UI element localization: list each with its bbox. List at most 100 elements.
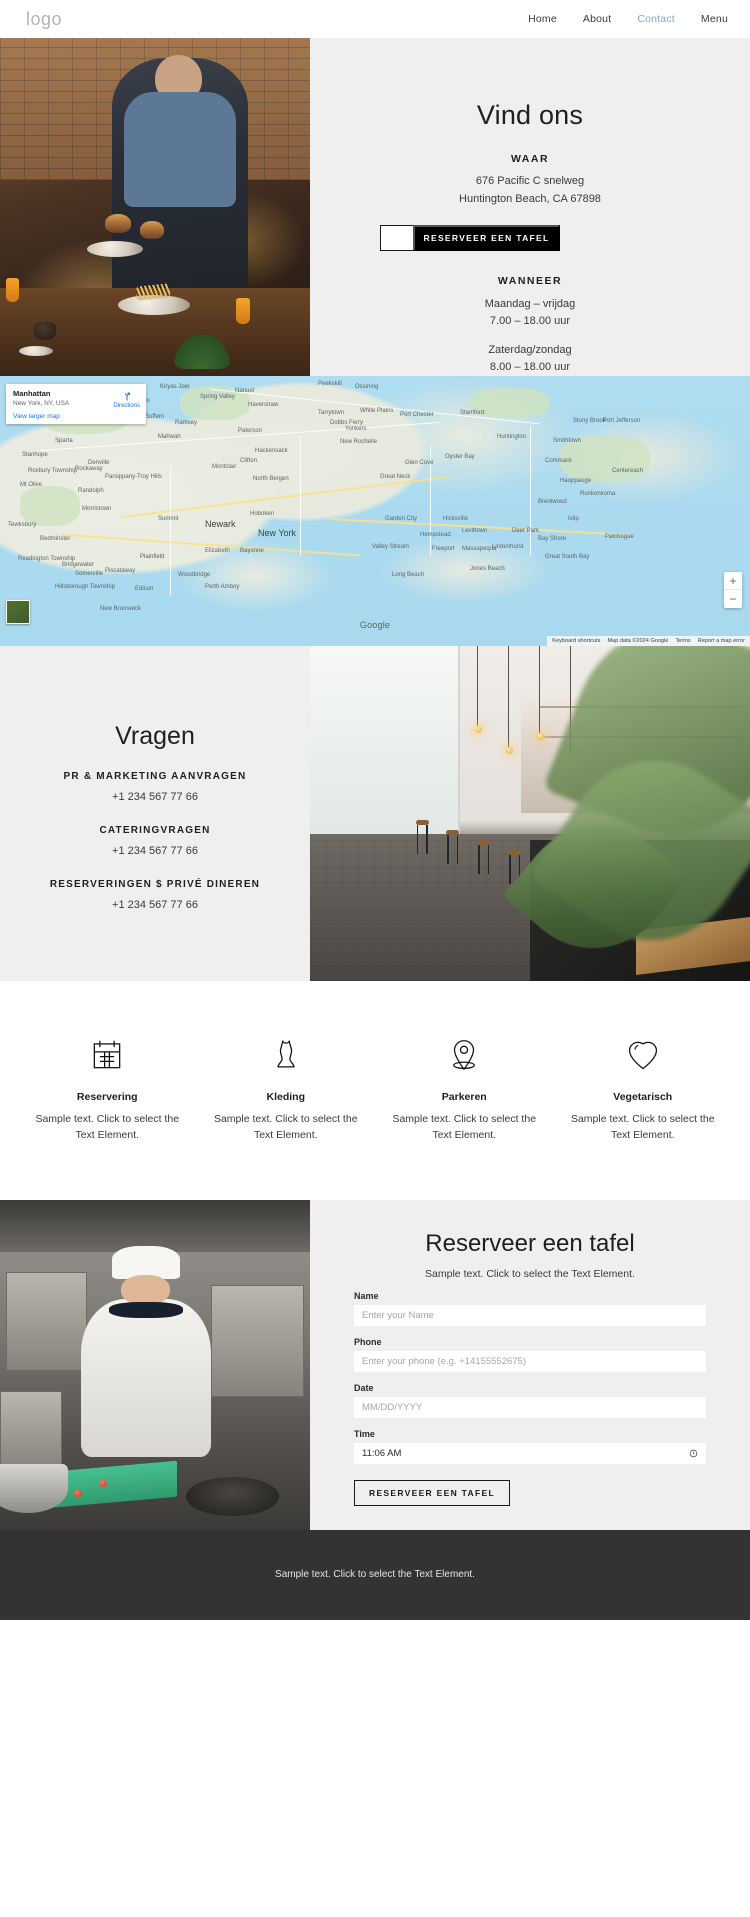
google-map[interactable]: New York Newark Yonkers New Rochelle Paterso… <box>0 376 750 646</box>
questions-section: Vragen PR & MARKETING AANVRAGEN +1 234 5… <box>0 646 750 981</box>
map-label: Denville <box>88 460 110 466</box>
reserve-table-submit-button[interactable]: RESERVEER EEN TAFEL <box>354 1479 510 1506</box>
map-street-view-thumbnail[interactable] <box>6 600 30 624</box>
map-label: Great South Bay <box>545 554 590 560</box>
map-road <box>530 426 532 556</box>
map-label: Piscataway <box>105 568 136 574</box>
map-label: White Plains <box>360 408 394 414</box>
map-label: Freeport <box>432 546 455 552</box>
map-label: Roxbury Township <box>28 468 77 474</box>
map-label: Ramsey <box>175 420 198 426</box>
field-phone: Phone Enter your phone (e.g. +1415555267… <box>354 1337 706 1372</box>
footer-text: Sample text. Click to select the Text El… <box>275 1569 475 1580</box>
reservation-title: Reserveer een tafel <box>425 1229 635 1257</box>
site-footer: Sample text. Click to select the Text El… <box>0 1529 750 1620</box>
hero-info-panel: Vind ons WAAR 676 Pacific C snelweg Hunt… <box>310 38 750 376</box>
map-label: Levittown <box>462 528 488 534</box>
map-label: North Bergen <box>253 476 289 482</box>
view-larger-map-link[interactable]: View larger map <box>13 413 139 420</box>
clock-icon[interactable] <box>689 1449 698 1458</box>
terms-link[interactable]: Terms <box>676 638 691 644</box>
map-label: Massapequa <box>462 546 497 552</box>
phone-input[interactable]: Enter your phone (e.g. +14155552675) <box>354 1350 706 1372</box>
name-input[interactable]: Enter your Name <box>354 1304 706 1326</box>
directions-icon <box>124 392 130 401</box>
hero-section: Vind ons WAAR 676 Pacific C snelweg Hunt… <box>0 38 750 376</box>
nav-item-home[interactable]: Home <box>528 13 557 25</box>
nav-item-contact[interactable]: Contact <box>637 13 675 25</box>
logo[interactable]: logo <box>26 9 62 30</box>
directions-label: Directions <box>113 403 140 409</box>
address-line-2: Huntington Beach, CA 67898 <box>459 192 601 205</box>
map-label: Suffern <box>145 414 165 420</box>
map-label: Bridgewater <box>62 562 95 568</box>
questions-item-label-2: RESERVERINGEN $ PRIVÉ DINEREN <box>49 879 261 890</box>
feature-parkeren: Parkeren Sample text. Click to select th… <box>375 1033 554 1144</box>
questions-item-phone-0[interactable]: +1 234 567 77 66 <box>112 791 198 803</box>
feature-text-2: Sample text. Click to select the Text El… <box>392 1113 537 1141</box>
map-label: Hoboken <box>250 511 275 517</box>
map-label: Ronkonkoma <box>580 491 616 497</box>
hours-weekday-time: 7.00 – 18.00 uur <box>489 314 571 327</box>
questions-item-phone-1[interactable]: +1 234 567 77 66 <box>112 845 198 857</box>
map-label: Hackensack <box>255 448 288 454</box>
map-zoom-in-button[interactable]: + <box>724 572 742 590</box>
map-label: New York <box>258 528 297 538</box>
map-place-card[interactable]: Manhattan New York, NY, USA View larger … <box>6 384 146 424</box>
map-label: Great Neck <box>380 474 411 480</box>
map-label: New Brunswick <box>100 606 142 612</box>
map-label: Stanhope <box>22 452 48 458</box>
time-input[interactable]: 11:06 AM <box>354 1442 706 1464</box>
field-label-phone: Phone <box>354 1336 382 1347</box>
map-label: Sparta <box>55 438 73 444</box>
questions-item-label-0: PR & MARKETING AANVRAGEN <box>63 771 247 782</box>
questions-title: Vragen <box>115 722 195 750</box>
map-label: Hicksville <box>443 516 469 522</box>
hours-weekend-days: Zaterdag/zondag <box>488 343 572 356</box>
map-label: Huntington <box>497 434 527 440</box>
map-label: Smithtown <box>553 438 582 444</box>
map-label: Ossining <box>355 384 379 390</box>
questions-item-phone-2[interactable]: +1 234 567 77 66 <box>112 899 198 911</box>
nav-item-menu[interactable]: Menu <box>701 13 728 25</box>
map-label: Valley Stream <box>372 544 409 550</box>
directions-button[interactable]: Directions <box>113 390 140 409</box>
report-map-error-link[interactable]: Report a map error <box>698 638 745 644</box>
map-label: Elizabeth <box>205 548 230 554</box>
map-label: Oyster Bay <box>445 454 475 460</box>
map-label: Hauppauge <box>560 478 592 484</box>
map-pin-icon <box>445 1033 483 1077</box>
map-label: Edison <box>135 586 154 592</box>
map-label: Islip <box>568 516 579 522</box>
map-label: Clifton <box>240 458 258 464</box>
reserve-table-button-hero[interactable]: RESERVEER EEN TAFEL <box>413 225 560 251</box>
map-label: Woodbridge <box>178 572 211 578</box>
nav-item-about[interactable]: About <box>583 13 611 25</box>
map-label: Glen Cove <box>405 460 434 466</box>
feature-title-1: Kleding <box>266 1091 306 1103</box>
feature-text-0: Sample text. Click to select the Text El… <box>35 1113 180 1141</box>
map-label: Dobbs Ferry <box>330 420 364 426</box>
map-label: Yonkers <box>345 426 367 432</box>
map-park <box>20 486 80 526</box>
when-heading: WANNEER <box>497 274 563 287</box>
feature-title-3: Vegetarisch <box>613 1091 673 1103</box>
keyboard-shortcuts-link[interactable]: Keyboard shortcuts <box>552 638 600 644</box>
where-heading: WAAR <box>510 153 550 165</box>
feature-reservering: Reservering Sample text. Click to select… <box>18 1033 197 1144</box>
questions-item-label-1: CATERINGVRAGEN <box>99 825 211 836</box>
heart-icon <box>624 1033 662 1077</box>
map-zoom-out-button[interactable]: − <box>724 590 742 608</box>
features-section: Reservering Sample text. Click to select… <box>0 981 750 1200</box>
map-road <box>300 436 302 556</box>
map-label: Commack <box>545 458 573 464</box>
map-label: Morristown <box>82 506 112 512</box>
map-label: Hempstead <box>420 532 451 538</box>
opening-hours-block: WANNEER Maandag – vrijdag 7.00 – 18.00 u… <box>485 253 576 376</box>
field-label-time: Time <box>354 1428 375 1439</box>
hours-weekday-days: Maandag – vrijdag <box>484 297 576 310</box>
date-input[interactable]: MM/DD/YYYY <box>354 1396 706 1418</box>
map-label: Port Chester <box>400 412 434 418</box>
chef-kitchen-photo <box>0 1199 310 1530</box>
map-zoom-controls[interactable]: + − <box>724 572 742 608</box>
